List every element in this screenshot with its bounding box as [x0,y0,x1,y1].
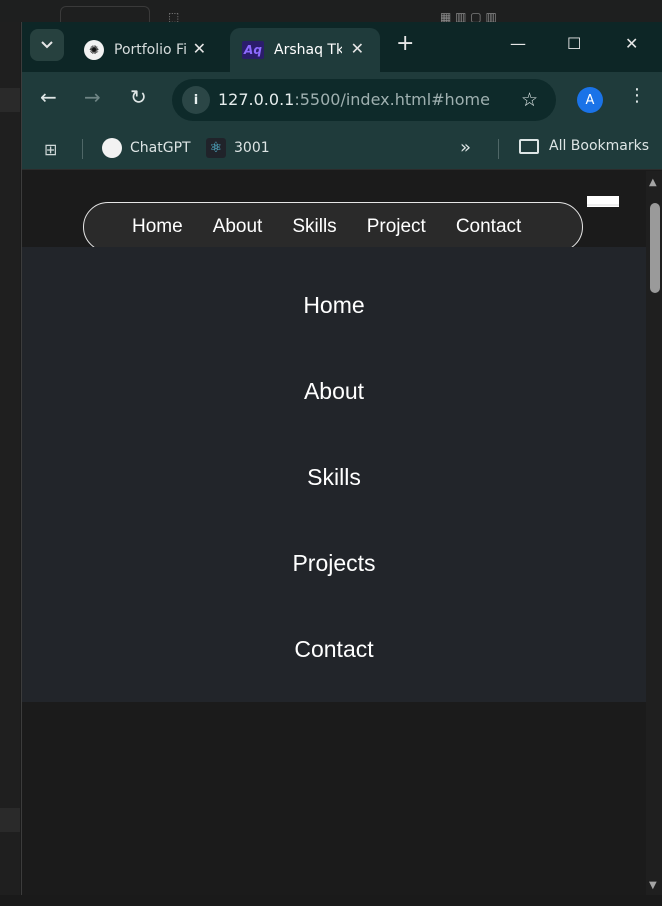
site-navbar: Home About Skills Project Contact [83,202,583,252]
menu-item-skills[interactable]: Skills [22,464,646,491]
desktop-left-bar [0,88,20,112]
minimize-icon[interactable]: — [510,34,526,53]
react-icon: ⚛ [206,138,226,158]
profile-avatar[interactable]: A [577,87,603,113]
aq-logo-icon: Aq [242,41,264,59]
reload-icon[interactable]: ↻ [130,87,147,107]
back-arrow-icon[interactable]: ← [40,87,57,107]
tab-title: Portfolio Fi [114,42,187,58]
tab-search-button[interactable] [30,29,64,61]
page-viewport: Home About Skills Project Contact Home A… [22,171,662,895]
scroll-thumb[interactable] [650,203,660,293]
nav-link-about[interactable]: About [213,216,263,238]
tab-arshaq[interactable]: Aq Arshaq Tk ✕ [230,28,380,72]
nav-link-skills[interactable]: Skills [292,216,336,238]
tab-title: Arshaq Tk [274,42,342,58]
more-bookmarks-chevron-icon[interactable]: » [460,137,471,158]
close-tab-icon[interactable]: ✕ [193,39,206,58]
new-tab-plus-icon[interactable]: + [396,33,414,55]
bookmark-chatgpt[interactable]: ChatGPT [102,138,191,158]
bookmark-label: ChatGPT [130,140,191,156]
chatgpt-icon [102,138,122,158]
url-text[interactable]: 127.0.0.1:5500/index.html#home [218,90,490,109]
apps-grid-icon[interactable]: ⊞ [44,140,57,159]
bookmark-3001[interactable]: ⚛ 3001 [206,138,270,158]
more-menu-icon[interactable]: ⋮ [628,86,646,106]
tab-portfolio[interactable]: ✺ Portfolio Fi ✕ [72,28,222,72]
tab-bar: ✺ Portfolio Fi ✕ Aq Arshaq Tk ✕ + — ☐ ✕ [22,22,662,72]
nav-link-project[interactable]: Project [367,216,426,238]
folder-icon [519,138,539,154]
bookmark-label: 3001 [234,140,270,156]
bookmarks-divider [82,139,83,159]
menu-item-about[interactable]: About [22,378,646,405]
close-tab-icon[interactable]: ✕ [351,39,364,58]
url-host: 127.0.0.1 [218,90,295,109]
close-window-icon[interactable]: ✕ [625,34,638,53]
menu-item-home[interactable]: Home [22,292,646,319]
bookmark-star-icon[interactable]: ☆ [521,89,538,111]
nav-link-contact[interactable]: Contact [456,216,521,238]
all-bookmarks-label: All Bookmarks [549,138,650,154]
maximize-icon[interactable]: ☐ [567,34,581,53]
desktop-left-bar [0,808,20,832]
browser-window: ✺ Portfolio Fi ✕ Aq Arshaq Tk ✕ + — ☐ ✕ … [21,22,662,895]
vertical-scrollbar[interactable]: ▲ ▼ [646,171,662,895]
bookmarks-bar: ⊞ ChatGPT ⚛ 3001 » All Bookmarks [22,128,662,170]
desktop-left-strip [0,22,20,906]
hamburger-menu-icon[interactable] [587,196,619,207]
scroll-down-arrow-icon[interactable]: ▼ [649,880,657,891]
scroll-up-arrow-icon[interactable]: ▲ [649,177,657,188]
url-path: :5500/index.html#home [294,90,490,109]
all-bookmarks-button[interactable]: All Bookmarks [519,138,649,154]
mobile-menu-overlay: Home About Skills Projects Contact [22,247,646,702]
desktop-bottom-strip [0,895,662,906]
menu-item-contact[interactable]: Contact [22,636,646,663]
desktop-top-strip: ⬚ ▦ ▥ ▢ ▥ [0,0,662,24]
menu-item-projects[interactable]: Projects [22,550,646,577]
bookmarks-divider [498,139,499,159]
chatgpt-icon: ✺ [84,40,104,60]
nav-link-home[interactable]: Home [132,216,183,238]
browser-toolbar: ← → ↻ i 127.0.0.1:5500/index.html#home ☆… [22,72,662,128]
site-info-icon[interactable]: i [182,86,210,114]
forward-arrow-icon[interactable]: → [84,87,101,107]
chevron-down-icon [41,41,53,49]
address-bar[interactable]: i 127.0.0.1:5500/index.html#home ☆ [172,79,556,121]
